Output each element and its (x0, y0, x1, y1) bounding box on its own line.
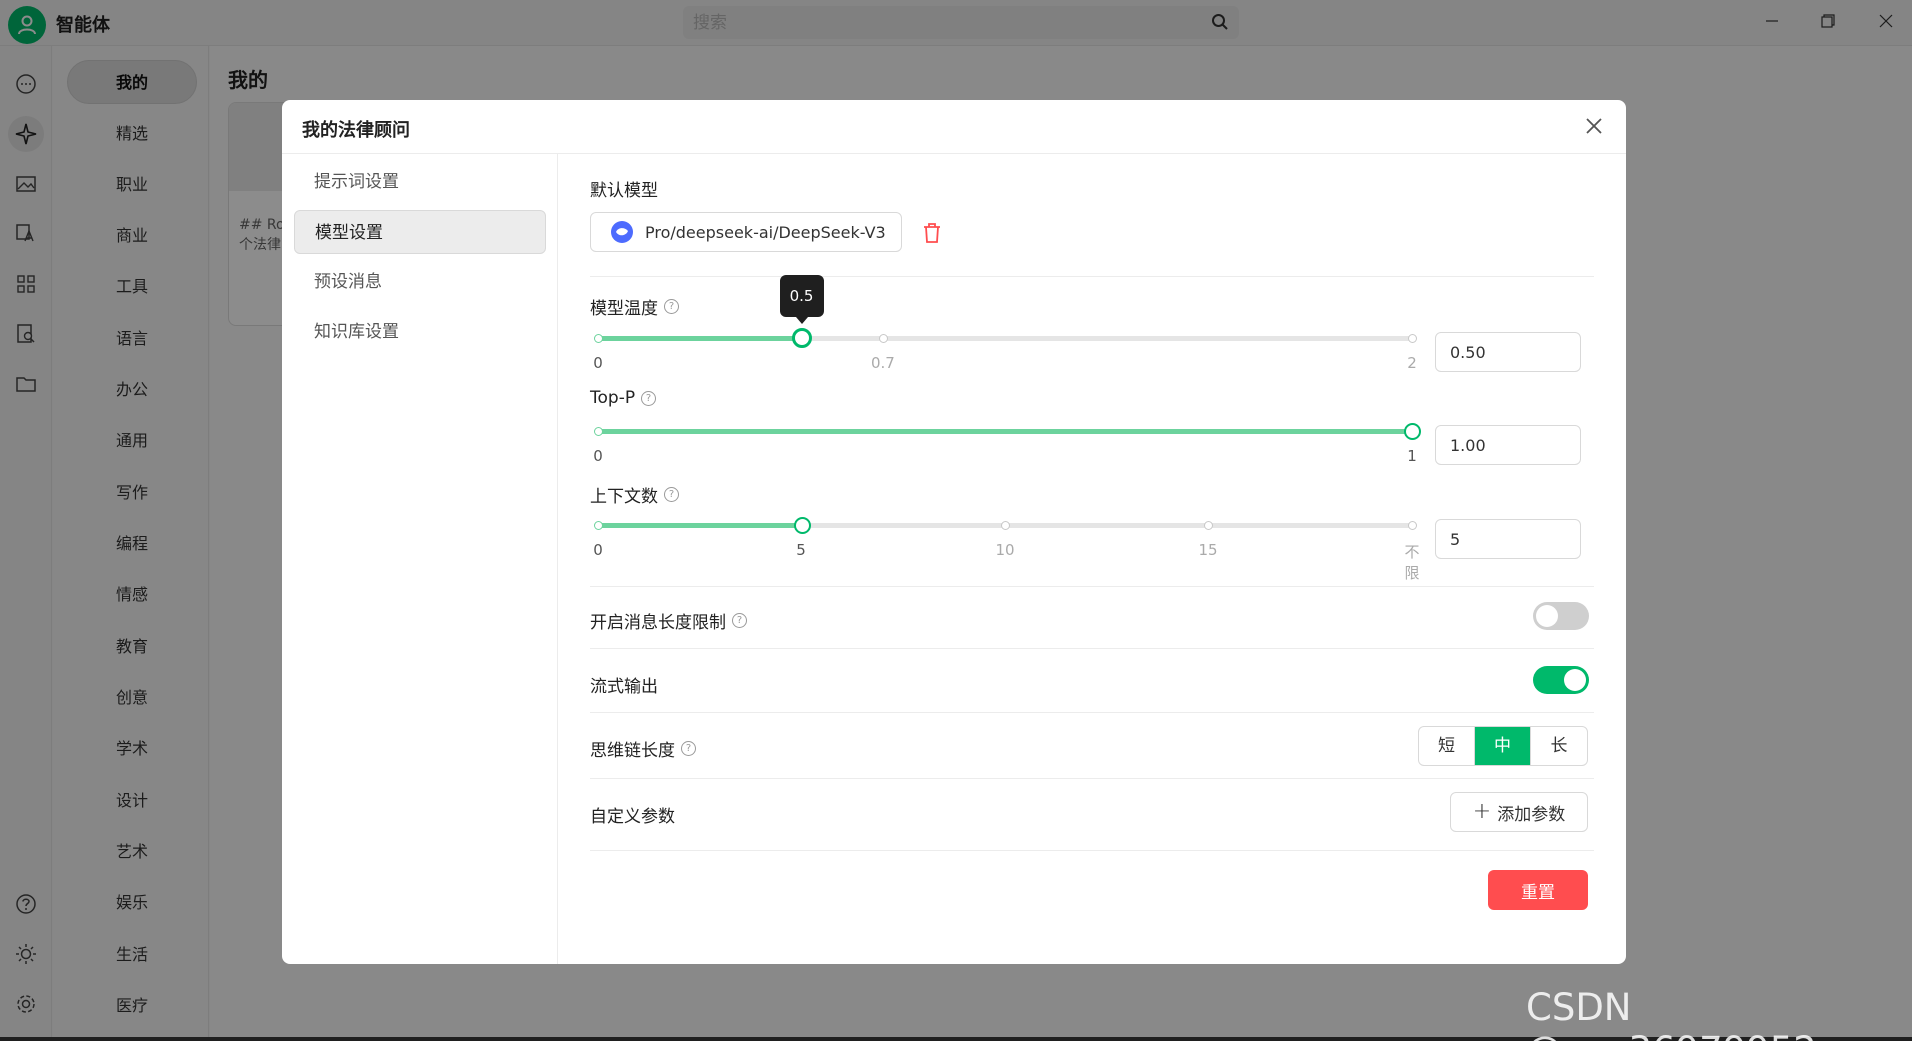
tick-label: 10 (995, 541, 1015, 559)
dialog-title: 我的法律顾问 (302, 120, 410, 141)
reset-button[interactable]: 重置 (1488, 870, 1588, 910)
cot-length-label: 思维链长度? (590, 736, 696, 761)
close-icon[interactable] (1582, 114, 1606, 138)
help-icon[interactable]: ? (732, 613, 747, 628)
top-p-input[interactable] (1435, 425, 1581, 465)
help-icon[interactable]: ? (681, 741, 696, 756)
slider-fill (598, 429, 1412, 434)
default-model-label-text: 默认模型 (590, 181, 658, 201)
slider-thumb[interactable] (791, 328, 812, 348)
dialog-header: 我的法律顾问 (282, 100, 1626, 154)
section-divider (590, 276, 1594, 277)
length-limit-toggle[interactable] (1533, 602, 1589, 630)
top-p-input-field[interactable] (1436, 426, 1580, 464)
slider-mark (1408, 521, 1417, 530)
model-select-button[interactable]: Pro/deepseek-ai/DeepSeek-V3 (590, 212, 902, 252)
delete-model-icon[interactable] (922, 222, 942, 244)
model-name: Pro/deepseek-ai/DeepSeek-V3 (645, 222, 886, 242)
top-p-slider[interactable]: 0 1 (593, 417, 1421, 465)
slider-thumb[interactable] (793, 517, 811, 534)
temperature-label: 模型温度? (590, 294, 679, 319)
top-p-label: Top-P? (590, 388, 657, 408)
slider-mark (1204, 521, 1213, 530)
stream-output-label: 流式输出 (590, 672, 658, 697)
cot-option-short[interactable]: 短 (1419, 727, 1475, 765)
section-divider (590, 778, 1594, 779)
cot-option-long[interactable]: 长 (1531, 727, 1587, 765)
section-divider (590, 850, 1594, 851)
slider-mark (878, 334, 888, 343)
tab-knowledge-settings[interactable]: 知识库设置 (294, 310, 546, 354)
default-model-label: 默认模型 (590, 176, 658, 201)
deepseek-logo-icon (611, 221, 633, 243)
add-param-button[interactable]: + 添加参数 (1450, 792, 1588, 832)
tick-label: 0 (593, 541, 603, 559)
tab-prompt-settings[interactable]: 提示词设置 (294, 160, 546, 204)
help-icon[interactable]: ? (664, 299, 679, 314)
help-icon[interactable]: ? (641, 390, 657, 406)
toggle-knob (1536, 605, 1558, 627)
slider-mark (594, 521, 603, 530)
section-divider (590, 648, 1594, 649)
tick-label: 0 (593, 354, 603, 372)
cot-length-segmented: 短 中 长 (1418, 726, 1588, 766)
help-icon[interactable]: ? (664, 487, 679, 502)
tick-label: 2 (1407, 354, 1417, 372)
context-count-label: 上下文数? (590, 482, 679, 507)
top-p-label-text: Top-P (590, 388, 636, 408)
slider-fill (598, 523, 802, 528)
slider-fill (598, 336, 802, 341)
stream-output-label-text: 流式输出 (590, 677, 658, 697)
length-limit-label-text: 开启消息长度限制 (590, 613, 726, 633)
tab-model-settings[interactable]: 模型设置 (294, 210, 546, 254)
add-param-label: 添加参数 (1497, 804, 1566, 825)
stream-output-toggle[interactable] (1533, 666, 1589, 694)
slider-mark (594, 334, 603, 343)
tick-label: 1 (1407, 447, 1417, 465)
temperature-input[interactable] (1435, 332, 1581, 372)
slider-mark (1001, 521, 1010, 530)
temperature-label-text: 模型温度 (590, 299, 658, 319)
cot-option-medium[interactable]: 中 (1475, 727, 1531, 765)
tick-label: 5 (796, 541, 806, 559)
custom-params-label-text: 自定义参数 (590, 807, 675, 827)
tick-label: 0.7 (870, 354, 895, 372)
toggle-knob (1564, 669, 1586, 691)
context-count-input[interactable] (1435, 519, 1581, 559)
plus-icon: + (1472, 799, 1492, 824)
temperature-slider[interactable]: 0 0.7 2 (593, 324, 1417, 372)
model-settings-panel: 默认模型 Pro/deepseek-ai/DeepSeek-V3 模型温度? 0… (558, 154, 1626, 964)
slider-mark (594, 427, 603, 436)
tick-label: 0 (593, 447, 603, 465)
context-count-slider[interactable]: 0 5 10 15 不限 (593, 511, 1420, 582)
slider-thumb[interactable] (1404, 423, 1421, 440)
slider-mark (1408, 334, 1417, 343)
agent-settings-dialog: 我的法律顾问 提示词设置 模型设置 预设消息 知识库设置 默认模型 Pro/de… (282, 100, 1626, 964)
custom-params-label: 自定义参数 (590, 802, 675, 827)
section-divider (590, 586, 1594, 587)
context-count-input-field[interactable] (1436, 520, 1580, 558)
context-count-label-text: 上下文数 (590, 487, 658, 507)
section-divider (590, 712, 1594, 713)
dialog-sidebar: 提示词设置 模型设置 预设消息 知识库设置 (282, 154, 558, 964)
tick-label: 不限 (1404, 543, 1420, 582)
tab-preset-messages[interactable]: 预设消息 (294, 260, 546, 304)
slider-tooltip: 0.5 (779, 275, 824, 324)
cot-length-label-text: 思维链长度 (590, 741, 675, 761)
length-limit-label: 开启消息长度限制? (590, 608, 747, 633)
tick-label: 15 (1198, 541, 1218, 559)
temperature-input-field[interactable] (1436, 333, 1580, 371)
watermark: CSDN @qq_36979952 (1526, 986, 1817, 1041)
